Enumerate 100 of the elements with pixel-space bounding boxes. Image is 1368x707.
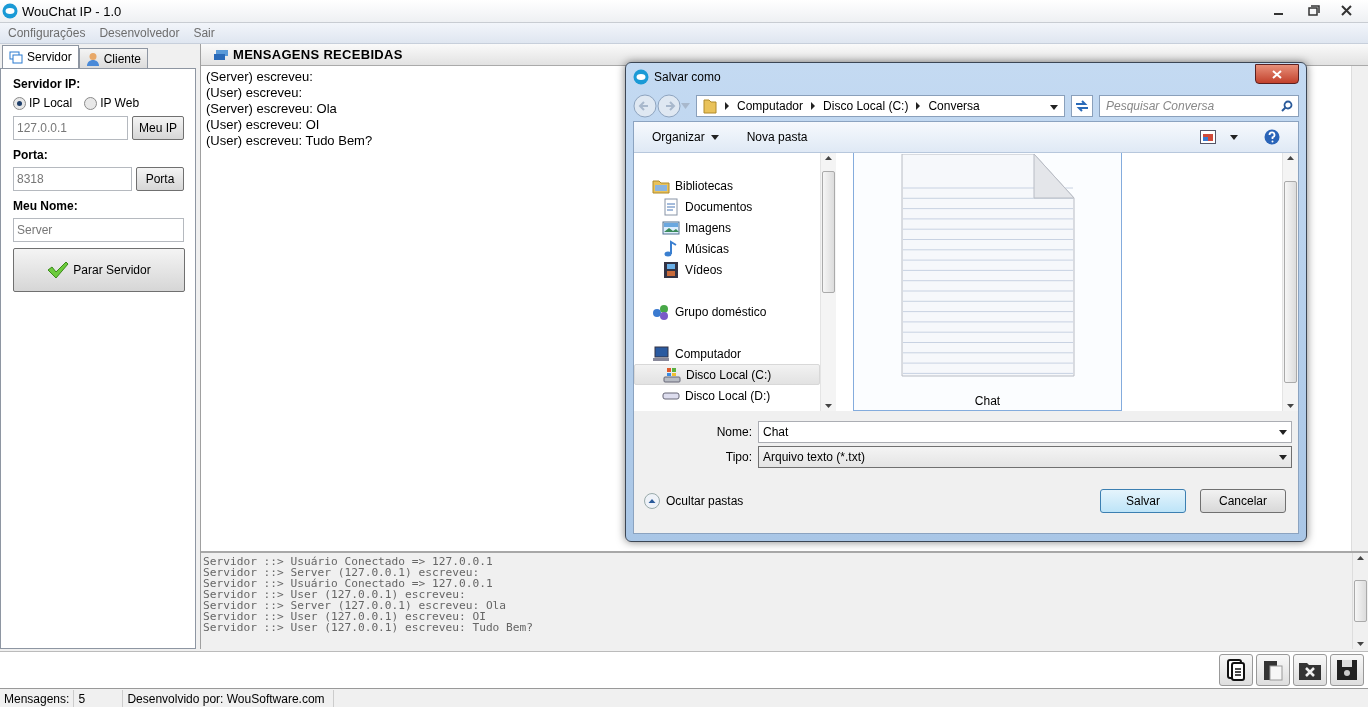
log-line: Servidor ::> Server (127.0.0.1) escreveu: Ola (203, 600, 508, 611)
paste-button[interactable] (1256, 654, 1290, 686)
nav-item[interactable]: Grupo doméstico (634, 301, 820, 322)
hide-folders-button[interactable]: Ocultar pastas (644, 492, 744, 509)
nav-item[interactable]: Vídeos (634, 259, 820, 280)
dropdown-arrow-icon (1279, 454, 1287, 460)
checkmark-icon (47, 261, 70, 279)
input-field[interactable]: 127.0.0.1 (13, 116, 128, 140)
nav-item[interactable]: Disco Local (D:) (634, 385, 820, 406)
view-icon[interactable] (1200, 130, 1216, 144)
dropdown-arrow-icon (1050, 105, 1058, 110)
tab[interactable]: Servidor (2, 45, 79, 68)
scroll-up-icon[interactable] (825, 156, 832, 160)
panel-title: MENSAGENS RECEBIDAS (233, 47, 403, 62)
message-line: (User) escreveu: Tudo Bem? (206, 133, 373, 149)
caret-icon (710, 134, 719, 140)
dialog-title: Salvar como (654, 70, 721, 84)
drive-icon (663, 365, 681, 384)
clipboard-icon (1262, 658, 1284, 682)
breadcrumb-item[interactable]: Computador (737, 99, 804, 113)
chevron-icon (811, 102, 816, 110)
log-line: Servidor ::> Usuário Conectado => 127.0.0.1 (203, 578, 494, 589)
scroll-down-icon[interactable] (1287, 404, 1294, 408)
app-logo-icon (2, 3, 18, 19)
status-label: Mensagens: (3, 692, 71, 706)
chat-bubbles-icon (213, 48, 229, 61)
dropdown-arrow-icon (1279, 429, 1287, 435)
nav-item[interactable]: Imagens (634, 217, 820, 238)
field-label: Servidor IP: (13, 77, 82, 91)
log-line: Servidor ::> User (127.0.0.1) escreveu: OI (203, 611, 487, 622)
scroll-down-icon[interactable] (1357, 642, 1364, 646)
save-button[interactable] (1330, 654, 1364, 686)
log-line: Servidor ::> Server (127.0.0.1) escreveu: (203, 567, 481, 578)
windows-icon (9, 50, 23, 64)
chevron-icon (725, 102, 729, 110)
breadcrumb-item[interactable]: Conversa (928, 99, 980, 113)
log-line: Servidor ::> User (127.0.0.1) escreveu: (203, 589, 467, 600)
toolbar-button[interactable]: Organizar (652, 130, 719, 144)
toolbar-button[interactable]: Nova pasta (746, 130, 808, 144)
film-icon (662, 260, 680, 279)
message-count: 5 (77, 692, 87, 706)
menu-item[interactable]: Configurações (8, 26, 86, 40)
collapse-icon (644, 492, 660, 509)
document-icon (662, 197, 680, 216)
nav-item[interactable]: Documentos (634, 196, 820, 217)
scroll-down-icon[interactable] (825, 404, 832, 408)
field-label: Meu Nome: (13, 199, 79, 213)
port-button[interactable]: Porta (136, 167, 184, 191)
message-line: (User) escreveu: (206, 85, 303, 101)
field-label: Tipo: (724, 450, 752, 464)
file-name: Chat (974, 394, 1001, 408)
scroll-up-icon[interactable] (1287, 156, 1294, 160)
document-icon (1226, 658, 1246, 682)
close-button[interactable] (1255, 64, 1299, 84)
dialog-button[interactable]: Salvar (1100, 488, 1186, 513)
app-logo-icon (633, 69, 649, 85)
folder-icon (703, 98, 717, 114)
input-field[interactable]: Server (13, 218, 184, 242)
window-title: WouChat IP - 1.0 (22, 3, 122, 19)
nav-item[interactable]: Computador (634, 343, 820, 364)
stop-server-button[interactable]: Parar Servidor (13, 248, 185, 292)
help-icon[interactable] (1264, 129, 1280, 145)
breadcrumb-item[interactable]: Disco Local (C:) (823, 99, 909, 113)
radio-button[interactable]: IP Web (84, 96, 140, 110)
user-icon (85, 51, 100, 66)
caret-icon (1230, 134, 1238, 140)
scrollbar-thumb[interactable] (1354, 580, 1367, 622)
chevron-icon (916, 102, 921, 110)
message-line: (Server) escreveu: (206, 69, 313, 85)
nav-item[interactable]: Músicas (634, 238, 820, 259)
scrollbar-thumb[interactable] (1284, 181, 1297, 383)
file-type-dropdown[interactable]: Arquivo texto (*.txt) (758, 446, 1292, 468)
field-label: Nome: (715, 425, 752, 439)
log-line: Servidor ::> Usuário Conectado => 127.0.0.1 (203, 556, 494, 567)
drive-icon (662, 391, 680, 400)
tab[interactable]: Cliente (78, 48, 149, 68)
radio-button[interactable]: IP Local (13, 96, 73, 110)
scrollbar-thumb[interactable] (822, 171, 835, 293)
clear-button[interactable] (1293, 654, 1327, 686)
copy-button[interactable] (1219, 654, 1253, 686)
refresh-icon[interactable] (1071, 95, 1093, 117)
close-icon (1272, 69, 1282, 79)
search-icon (1281, 100, 1293, 112)
dialog-button[interactable]: Cancelar (1200, 488, 1286, 513)
input-field[interactable]: 8318 (13, 167, 132, 191)
homegroup-icon (652, 302, 670, 321)
nav-item[interactable]: Bibliotecas (634, 175, 820, 196)
nav-item[interactable]: Disco Local (C:) (634, 364, 820, 385)
scroll-up-icon[interactable] (1357, 556, 1364, 560)
address-bar[interactable]: Computador Disco Local (C:) Conversa (696, 95, 1065, 117)
file-name-field[interactable]: Chat (758, 421, 1292, 443)
my-ip-button[interactable]: Meu IP (132, 116, 184, 140)
search-field[interactable]: Pesquisar Conversa (1099, 95, 1299, 117)
computer-icon (652, 344, 670, 363)
menu-item[interactable]: Sair (193, 26, 215, 40)
file-tile[interactable]: Chat (853, 153, 1122, 411)
log-line: Servidor ::> User (127.0.0.1) escreveu: Tudo Bem? (203, 622, 535, 633)
status-text: Desenvolvido por: WouSoftware.com (126, 692, 326, 706)
menu-item[interactable]: Desenvolvedor (99, 26, 180, 40)
picture-icon (662, 218, 680, 237)
